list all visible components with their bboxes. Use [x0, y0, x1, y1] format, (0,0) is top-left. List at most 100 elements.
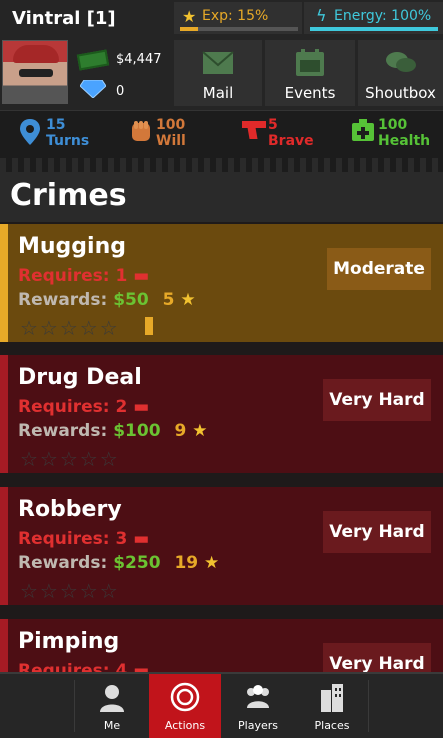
- app-window: Vintral [1] $4,447 0 ★ Exp: 15% ϟ Energy…: [0, 0, 443, 738]
- gems-value: 0: [116, 84, 125, 99]
- health-value: 100: [378, 117, 408, 133]
- mail-button[interactable]: Mail: [174, 40, 262, 106]
- will-label: Will: [156, 133, 186, 149]
- star-icon: ★: [204, 553, 220, 573]
- will-stat: 100 Will: [132, 117, 186, 149]
- page-title: Crimes: [10, 178, 127, 213]
- turns-value: 15: [46, 117, 66, 133]
- gun-icon: ▬: [133, 266, 150, 286]
- gun-icon: [242, 121, 266, 139]
- difficulty-button[interactable]: Moderate: [327, 248, 431, 290]
- difficulty-button[interactable]: Very Hard: [323, 511, 431, 553]
- exp-bar-fill: [180, 27, 198, 31]
- reward-stars: 9: [174, 421, 187, 441]
- difficulty-button[interactable]: Very Hard: [323, 379, 431, 421]
- energy-bar: [310, 27, 438, 31]
- location-pin-icon: [20, 119, 40, 145]
- reward-stars: 19: [174, 553, 199, 573]
- star-rating: ☆☆☆☆☆: [20, 579, 120, 603]
- star-icon: ★: [182, 7, 197, 26]
- crime-requires: Requires: 1 ▬: [18, 266, 149, 286]
- crime-card-drug-deal[interactable]: Drug Deal Requires: 2 ▬ Rewards: $100 9 …: [0, 355, 443, 473]
- nav-places-label: Places: [314, 719, 350, 732]
- calendar-icon: [296, 49, 324, 76]
- requires-text: Requires: 2: [18, 397, 128, 417]
- mail-label: Mail: [202, 84, 234, 102]
- requires-text: Requires: 4: [18, 661, 128, 672]
- star-rating: ☆☆☆☆☆: [20, 447, 120, 471]
- requires-text: Requires: 1: [18, 266, 128, 286]
- card-accent: [0, 487, 8, 605]
- profile-header: Vintral [1] $4,447 0 ★ Exp: 15% ϟ Energy…: [0, 0, 443, 110]
- nav-actions-label: Actions: [164, 719, 206, 732]
- gun-icon: ▬: [133, 529, 150, 549]
- reward-money: $100: [113, 421, 161, 441]
- crime-card-pimping[interactable]: Pimping Requires: 4 ▬ Very Hard: [0, 619, 443, 672]
- crime-name: Mugging: [18, 234, 127, 259]
- crime-name: Robbery: [18, 497, 122, 522]
- mail-icon: [202, 51, 234, 74]
- stats-bar: 15 Turns 100 Will 5 Brave 100 Health: [0, 110, 443, 158]
- turns-label: Turns: [46, 133, 90, 149]
- crime-requires: Requires: 4 ▬: [18, 661, 149, 672]
- energy-meter: ϟ Energy: 100%: [304, 2, 443, 34]
- star-rating: ☆☆☆☆☆: [20, 316, 120, 340]
- nav-places[interactable]: Places: [296, 674, 368, 738]
- crime-progress: [145, 317, 153, 335]
- money-icon: [76, 49, 110, 71]
- crime-rewards: Rewards: $100 9 ★: [18, 421, 207, 441]
- star-icon: ★: [180, 290, 196, 310]
- brave-value: 5: [268, 117, 278, 133]
- nav-players[interactable]: Players: [222, 674, 294, 738]
- divider: [0, 158, 443, 172]
- card-accent: [0, 224, 8, 342]
- crime-requires: Requires: 2 ▬: [18, 397, 149, 417]
- nav-separator: [74, 680, 75, 732]
- reward-money: $50: [113, 290, 149, 310]
- avatar-glasses: [19, 69, 53, 77]
- crime-card-robbery[interactable]: Robbery Requires: 3 ▬ Rewards: $250 19 ★…: [0, 487, 443, 605]
- card-accent: [0, 355, 8, 473]
- nav-players-label: Players: [238, 719, 278, 732]
- crime-rewards: Rewards: $250 19 ★: [18, 553, 219, 573]
- rewards-label: Rewards:: [18, 553, 108, 573]
- diamond-icon: [80, 80, 106, 98]
- building-icon: [321, 684, 343, 712]
- shoutbox-label: Shoutbox: [365, 84, 436, 102]
- events-button[interactable]: Events: [265, 40, 355, 106]
- fist-icon: [132, 121, 150, 141]
- nav-me-label: Me: [103, 719, 121, 732]
- money-value: $4,447: [116, 52, 162, 67]
- health-stat: 100 Health: [352, 117, 430, 149]
- bottom-nav: Me Actions Players Places: [0, 672, 443, 738]
- events-label: Events: [284, 84, 336, 102]
- exp-bar: [180, 27, 298, 31]
- chat-icon: [385, 52, 416, 72]
- star-icon: ★: [192, 421, 208, 441]
- reward-money: $250: [113, 553, 161, 573]
- exp-meter: ★ Exp: 15%: [174, 2, 302, 34]
- card-accent: [0, 619, 8, 672]
- gun-icon: ▬: [133, 397, 150, 417]
- bolt-icon: ϟ: [316, 6, 327, 25]
- turns-stat: 15 Turns: [20, 117, 90, 149]
- user-icon: [100, 685, 124, 712]
- reward-stars: 5: [162, 290, 175, 310]
- requires-text: Requires: 3: [18, 529, 128, 549]
- energy-bar-fill: [310, 27, 438, 31]
- crime-rewards: Rewards: $50 5 ★: [18, 290, 196, 310]
- nav-actions[interactable]: Actions: [149, 674, 221, 738]
- avatar[interactable]: [2, 40, 68, 104]
- nav-me[interactable]: Me: [76, 674, 148, 738]
- shoutbox-button[interactable]: Shoutbox: [358, 40, 443, 106]
- rewards-label: Rewards:: [18, 290, 108, 310]
- brave-stat: 5 Brave: [242, 117, 314, 149]
- exp-label: Exp: 15%: [202, 8, 269, 24]
- crime-card-mugging[interactable]: Mugging Requires: 1 ▬ Rewards: $50 5 ★ ☆…: [0, 224, 443, 342]
- difficulty-button[interactable]: Very Hard: [323, 643, 431, 672]
- health-kit-icon: [352, 119, 374, 141]
- will-value: 100: [156, 117, 186, 133]
- crime-name: Pimping: [18, 629, 120, 654]
- player-name: Vintral [1]: [12, 8, 116, 29]
- target-icon: [170, 682, 200, 712]
